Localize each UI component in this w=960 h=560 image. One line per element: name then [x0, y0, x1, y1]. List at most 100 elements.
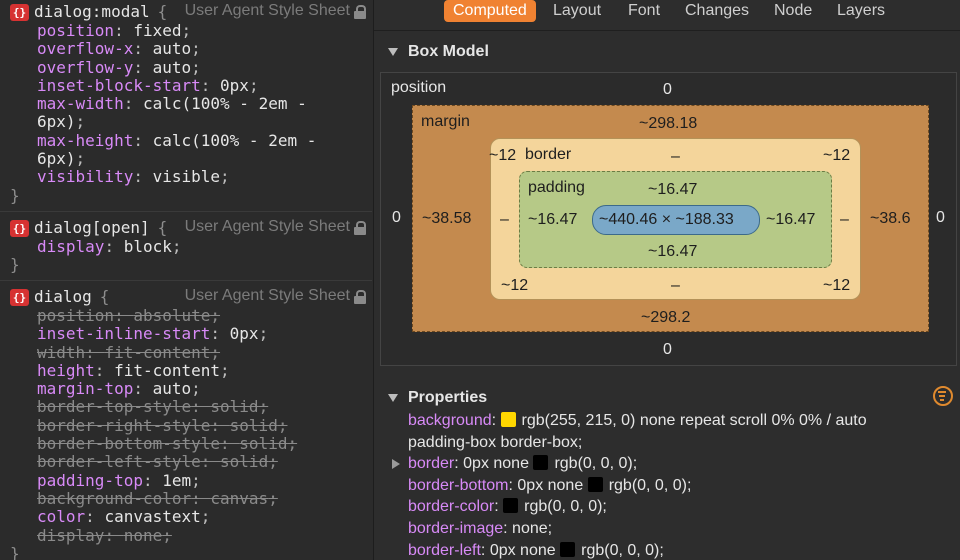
rule-origin[interactable]: User Agent Style Sheet: [185, 2, 350, 20]
declaration[interactable]: border-left-style: solid;: [0, 453, 372, 471]
color-swatch[interactable]: [587, 476, 603, 492]
color-swatch[interactable]: [500, 412, 516, 427]
declaration-property[interactable]: border-top-style: [37, 397, 191, 416]
chevron-down-icon[interactable]: [388, 48, 398, 56]
declaration[interactable]: max-width: calc(100% - 2em - 6px);: [0, 94, 372, 132]
rule-selector[interactable]: dialog[open] {: [34, 218, 167, 237]
declaration-value[interactable]: none: [124, 526, 163, 545]
declaration-value[interactable]: solid: [210, 397, 258, 416]
tab-computed[interactable]: Computed: [444, 0, 536, 22]
property-row[interactable]: border-bottom: 0px none rgb(0, 0, 0);: [408, 476, 692, 495]
declaration-value[interactable]: auto: [153, 379, 192, 398]
filter-icon[interactable]: [933, 386, 953, 406]
declaration-value[interactable]: visible: [153, 167, 220, 186]
declaration[interactable]: visibility: visible;: [0, 168, 372, 186]
margin-bottom-value[interactable]: ~298.2: [641, 309, 690, 327]
rule-selector[interactable]: dialog:modal {: [34, 2, 167, 21]
property-value[interactable]: rgb(0, 0, 0);: [554, 455, 637, 472]
declaration-property[interactable]: position: [37, 21, 114, 40]
declaration-property[interactable]: margin-top: [37, 379, 133, 398]
rule-origin[interactable]: User Agent Style Sheet: [185, 287, 350, 305]
declaration-value[interactable]: 1em: [162, 471, 191, 490]
property-name[interactable]: border: [408, 455, 454, 472]
declaration[interactable]: max-height: calc(100% - 2em - 6px);: [0, 131, 372, 169]
property-name[interactable]: border-image: [408, 520, 503, 537]
property-name[interactable]: border-bottom: [408, 477, 509, 494]
property-value[interactable]: 0px none: [517, 477, 583, 494]
declaration[interactable]: inset-inline-start: 0px;: [0, 325, 372, 343]
declaration-property[interactable]: border-bottom-style: [37, 434, 220, 453]
property-value[interactable]: rgb(0, 0, 0);: [524, 498, 607, 515]
declaration[interactable]: display: none;: [0, 526, 372, 545]
declaration-value[interactable]: 0px: [220, 76, 249, 95]
property-row[interactable]: border: 0px none rgb(0, 0, 0);: [408, 455, 637, 473]
declaration-property[interactable]: overflow-x: [37, 39, 133, 58]
selector-text[interactable]: dialog:modal: [34, 2, 150, 21]
declaration[interactable]: border-right-style: solid;: [0, 416, 372, 435]
declaration[interactable]: color: canvastext;: [0, 508, 372, 526]
tab-changes[interactable]: Changes: [676, 0, 758, 22]
color-swatch[interactable]: [560, 541, 576, 557]
declaration[interactable]: width: fit-content;: [0, 343, 372, 362]
selector-text[interactable]: dialog: [34, 287, 92, 306]
declaration-property[interactable]: display: [37, 237, 104, 256]
property-value[interactable]: none;: [512, 520, 552, 537]
declaration-property[interactable]: color: [37, 507, 85, 526]
property-value[interactable]: rgb(0, 0, 0);: [609, 477, 692, 494]
declaration-property[interactable]: border-right-style: [37, 416, 210, 435]
declaration-value[interactable]: solid: [239, 434, 287, 453]
property-name[interactable]: border-color: [408, 498, 494, 515]
border-top-value[interactable]: –: [671, 148, 680, 166]
color-swatch[interactable]: [503, 498, 519, 514]
declaration-value[interactable]: auto: [153, 39, 192, 58]
declaration[interactable]: background-color: canvas;: [0, 489, 372, 508]
border-bottom-value[interactable]: –: [671, 277, 680, 295]
property-value[interactable]: rgb(0, 0, 0);: [581, 542, 664, 559]
declaration-property[interactable]: visibility: [37, 167, 133, 186]
property-name[interactable]: border-left: [408, 542, 481, 559]
declaration-value[interactable]: solid: [230, 416, 278, 435]
declaration[interactable]: position: absolute;: [0, 306, 372, 325]
property-value[interactable]: rgb(255, 215, 0) none repeat scroll 0% 0…: [522, 412, 867, 429]
declaration-value[interactable]: canvastext: [104, 507, 200, 526]
border-bottom-right-radius[interactable]: ~12: [823, 277, 850, 295]
position-right-value[interactable]: 0: [936, 209, 945, 227]
declaration[interactable]: overflow-x: auto;: [0, 40, 372, 58]
declaration[interactable]: border-top-style: solid;: [0, 398, 372, 416]
declaration-property[interactable]: background-color: [37, 489, 191, 508]
declaration-value[interactable]: canvas: [210, 489, 268, 508]
declaration-property[interactable]: position: [37, 306, 114, 325]
tab-node[interactable]: Node: [765, 0, 821, 22]
border-left-value[interactable]: –: [500, 211, 509, 229]
declaration-property[interactable]: width: [37, 343, 85, 362]
property-row[interactable]: border-left: 0px none rgb(0, 0, 0);: [408, 541, 664, 560]
declaration-property[interactable]: padding-top: [37, 471, 143, 490]
declaration[interactable]: position: fixed;: [0, 21, 372, 40]
position-bottom-value[interactable]: 0: [663, 341, 672, 359]
declaration[interactable]: height: fit-content;: [0, 361, 372, 380]
chevron-right-icon[interactable]: [392, 459, 400, 470]
declaration-property[interactable]: overflow-y: [37, 58, 133, 77]
declaration-value[interactable]: absolute: [133, 306, 210, 325]
padding-right-value[interactable]: ~16.47: [766, 211, 815, 229]
declaration[interactable]: inset-block-start: 0px;: [0, 76, 372, 95]
declaration-property[interactable]: inset-inline-start: [37, 324, 210, 343]
property-row[interactable]: border-image: none;: [408, 520, 552, 538]
declaration-value[interactable]: auto: [153, 58, 192, 77]
property-value[interactable]: 0px none: [490, 542, 556, 559]
declaration-property[interactable]: max-width: [37, 94, 124, 113]
tab-layers[interactable]: Layers: [828, 0, 894, 22]
rule-selector[interactable]: dialog {: [34, 287, 109, 306]
declaration-value[interactable]: fixed: [133, 21, 181, 40]
declaration-property[interactable]: display: [37, 526, 104, 545]
border-right-value[interactable]: –: [840, 211, 849, 229]
property-name[interactable]: background: [408, 412, 492, 429]
declaration-value[interactable]: solid: [220, 452, 268, 471]
padding-left-value[interactable]: ~16.47: [528, 211, 577, 229]
position-left-value[interactable]: 0: [392, 209, 401, 227]
border-bottom-left-radius[interactable]: ~12: [501, 277, 528, 295]
selector-text[interactable]: dialog[open]: [34, 218, 150, 237]
declaration[interactable]: display: block;: [0, 237, 372, 256]
position-top-value[interactable]: 0: [663, 81, 672, 99]
tab-font[interactable]: Font: [619, 0, 669, 22]
